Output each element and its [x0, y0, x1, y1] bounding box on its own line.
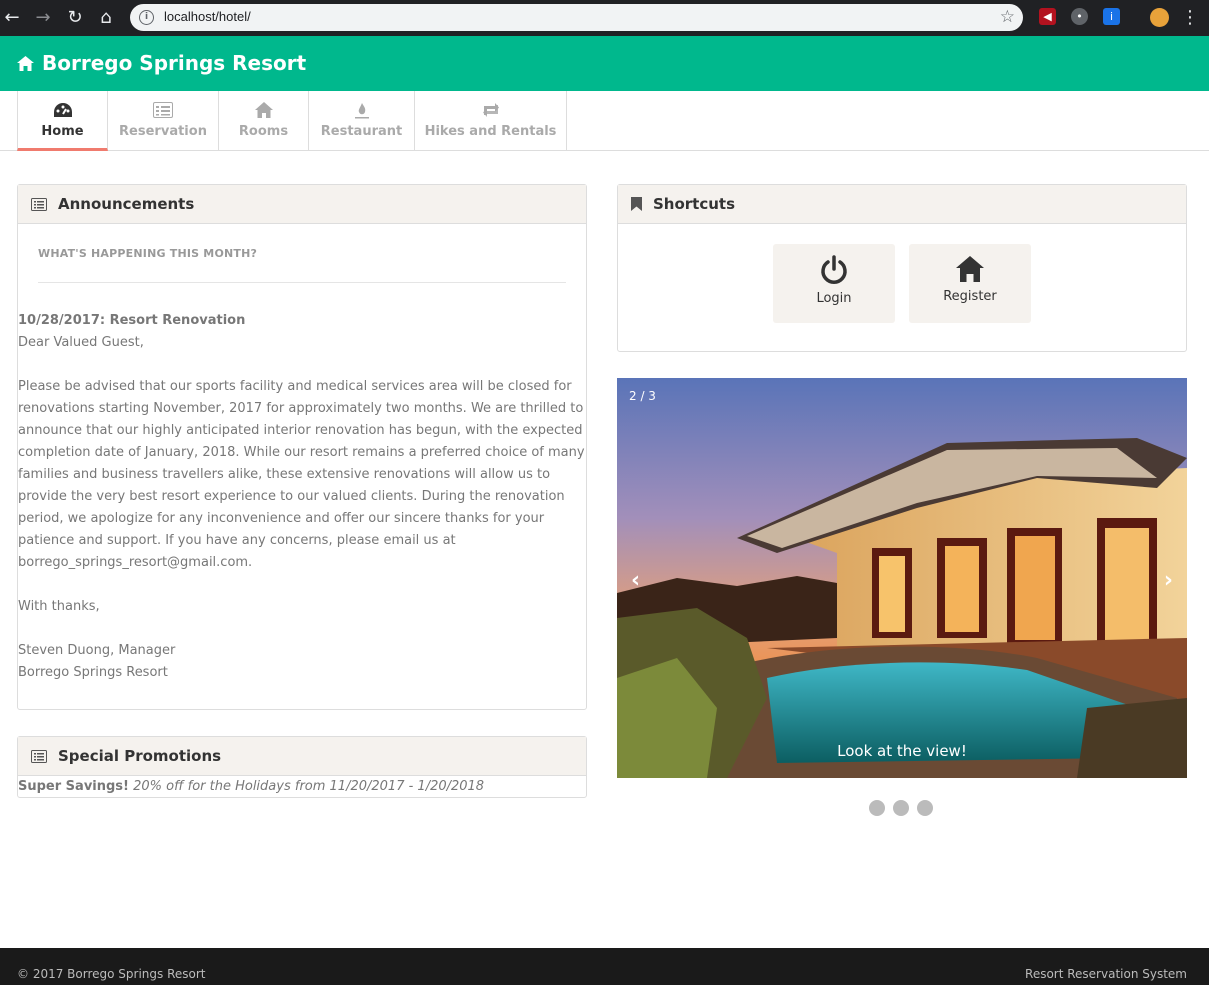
home-icon: [219, 102, 308, 120]
home-icon: [17, 55, 34, 71]
register-label: Register: [943, 289, 997, 304]
promotions-panel: Special Promotions Super Savings! 20% of…: [17, 736, 587, 798]
page-footer: © 2017 Borrego Springs Resort Resort Res…: [0, 948, 1209, 985]
forward-arrow-icon[interactable]: →: [31, 6, 55, 30]
resort-slide-image: [617, 378, 1187, 778]
tab-restaurant[interactable]: Restaurant: [309, 91, 415, 151]
fire-icon: [309, 102, 414, 120]
avatar[interactable]: [1150, 8, 1169, 27]
tab-label: Home: [41, 124, 84, 139]
carousel-dot-1[interactable]: [869, 800, 885, 816]
panel-header: Announcements: [18, 185, 586, 224]
brand[interactable]: Borrego Springs Resort: [17, 51, 306, 75]
app-header: Borrego Springs Resort: [0, 36, 1209, 91]
back-arrow-icon[interactable]: ←: [0, 6, 24, 30]
footer-copyright: © 2017 Borrego Springs Resort: [17, 967, 206, 981]
list-icon: [31, 197, 47, 211]
panel-title: Special Promotions: [58, 747, 222, 765]
tab-reservation[interactable]: Reservation: [108, 91, 219, 151]
footer-system-name: Resort Reservation System: [1025, 967, 1187, 981]
promotion-label: Super Savings!: [18, 779, 129, 794]
extension-icon[interactable]: ◀: [1039, 8, 1056, 25]
home-icon[interactable]: ⌂: [94, 6, 118, 30]
promotion-item: Super Savings! 20% off for the Holidays …: [18, 776, 586, 794]
announcement-closing: With thanks,: [18, 599, 100, 614]
announcement-greeting: Dear Valued Guest,: [18, 335, 144, 350]
bookmark-icon: [631, 197, 642, 211]
promotion-text: 20% off for the Holidays from 11/20/2017…: [133, 779, 485, 794]
tab-label: Reservation: [119, 124, 207, 139]
browser-toolbar: ← → ↻ ⌂ i localhost/hotel/ ☆ ◀ • i ⋮: [0, 0, 1209, 36]
tab-hikes-and-rentals[interactable]: Hikes and Rentals: [415, 91, 567, 151]
tab-home[interactable]: Home: [17, 91, 108, 151]
announcements-panel: Announcements WHAT'S HAPPENING THIS MONT…: [17, 184, 587, 710]
announcement-text: Please be advised that our sports facili…: [18, 379, 585, 570]
announcement-body: 10/28/2017: Resort Renovation Dear Value…: [18, 310, 586, 684]
main-tabs: Home Reservation Rooms Restaurant Hikes …: [0, 91, 1209, 151]
reload-icon[interactable]: ↻: [63, 6, 87, 30]
announcement-headline: 10/28/2017: Resort Renovation: [18, 313, 246, 328]
list-icon: [108, 102, 218, 120]
bookmark-star-icon[interactable]: ☆: [1000, 7, 1015, 27]
panel-header: Shortcuts: [618, 185, 1186, 224]
carousel-dots: [869, 800, 933, 816]
slide-counter: 2 / 3: [629, 389, 656, 403]
dashboard-icon: [18, 102, 107, 120]
announcement-signature-org: Borrego Springs Resort: [18, 665, 168, 680]
announcements-subtitle: WHAT'S HAPPENING THIS MONTH?: [38, 247, 258, 260]
info-icon[interactable]: i: [139, 10, 154, 25]
extension-icon[interactable]: i: [1103, 8, 1120, 25]
image-carousel: 2 / 3 ‹ › Look at the view!: [617, 378, 1187, 778]
tab-label: Hikes and Rentals: [424, 124, 557, 139]
login-button[interactable]: Login: [773, 244, 895, 323]
menu-icon[interactable]: ⋮: [1181, 7, 1199, 29]
home-icon: [956, 256, 984, 282]
login-label: Login: [816, 291, 852, 306]
announcement-signature-name: Steven Duong, Manager: [18, 643, 176, 658]
shortcuts-panel: Shortcuts Login Register: [617, 184, 1187, 352]
tab-label: Restaurant: [320, 124, 403, 139]
url-text[interactable]: localhost/hotel/: [164, 9, 251, 24]
register-button[interactable]: Register: [909, 244, 1031, 323]
panel-title: Announcements: [58, 195, 195, 213]
carousel-prev-button[interactable]: ‹: [631, 568, 640, 593]
slide-caption: Look at the view!: [837, 742, 967, 760]
extension-icon[interactable]: •: [1071, 8, 1088, 25]
list-icon: [31, 749, 47, 763]
divider: [38, 282, 566, 283]
carousel-next-button[interactable]: ›: [1164, 568, 1173, 593]
tab-label: Rooms: [238, 124, 289, 139]
carousel-dot-2[interactable]: [893, 800, 909, 816]
carousel-dot-3[interactable]: [917, 800, 933, 816]
panel-title: Shortcuts: [653, 195, 736, 213]
power-icon: [821, 255, 847, 284]
tab-rooms[interactable]: Rooms: [219, 91, 309, 151]
address-bar[interactable]: i localhost/hotel/ ☆: [130, 4, 1023, 31]
retweet-icon: [415, 102, 566, 120]
brand-title: Borrego Springs Resort: [42, 51, 307, 75]
panel-header: Special Promotions: [18, 737, 586, 776]
